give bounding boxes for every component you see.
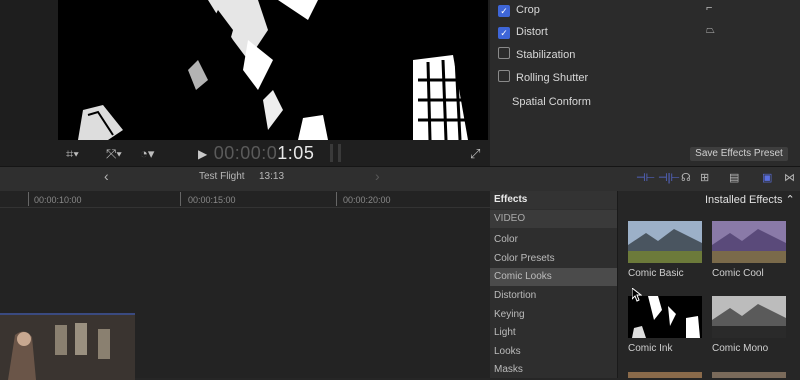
- crop-tool-icon[interactable]: ⌐: [706, 2, 712, 14]
- inspector-row-stabilization[interactable]: Stabilization: [498, 45, 575, 65]
- back-arrow-icon[interactable]: ‹: [104, 168, 109, 184]
- project-name: Test Flight: [199, 171, 245, 182]
- fullscreen-icon[interactable]: ⤢: [470, 146, 480, 162]
- ruler-label: 00:00:15:00: [188, 195, 236, 205]
- category-color-presets[interactable]: Color Presets: [490, 250, 617, 268]
- effect-label: Comic Basic: [628, 268, 684, 279]
- inspector-row-rolling-shutter[interactable]: Rolling Shutter: [498, 68, 588, 88]
- timecode-dim: 00:00:0: [213, 143, 278, 163]
- snapping-icon[interactable]: ⊞: [700, 171, 709, 184]
- inspector-row-distort[interactable]: ✓ Distort: [498, 22, 548, 42]
- video-frame: [58, 0, 488, 140]
- timecode-value: 1:05: [277, 143, 315, 163]
- effects-header: Effects: [490, 191, 617, 209]
- distort-label: Distort: [516, 26, 548, 38]
- project-duration: 13:13: [259, 171, 285, 182]
- effect-thumb-comic-basic[interactable]: [628, 221, 702, 263]
- spatial-conform-label: Spatial Conform: [512, 96, 591, 108]
- divider: [330, 144, 333, 162]
- crop-label: Crop: [516, 4, 540, 16]
- stabilization-checkbox[interactable]: [498, 47, 510, 59]
- effect-thumb-comic-cool[interactable]: [712, 221, 786, 263]
- transform-tool-icon[interactable]: ⤧▾: [106, 146, 122, 162]
- inspector-row-crop[interactable]: ✓ Crop: [498, 0, 540, 20]
- distort-checkbox[interactable]: ✓: [498, 27, 510, 39]
- stabilization-label: Stabilization: [516, 49, 576, 61]
- category-comic-looks[interactable]: Comic Looks: [490, 268, 617, 286]
- category-video[interactable]: VIDEO: [490, 210, 617, 228]
- effect-label: Comic Mono: [712, 343, 769, 354]
- rolling-shutter-label: Rolling Shutter: [516, 72, 589, 84]
- skimming-icon[interactable]: ⊣|⊢: [658, 171, 680, 184]
- category-looks[interactable]: Looks: [490, 343, 617, 361]
- effect-thumb-partial[interactable]: [712, 372, 786, 378]
- rolling-shutter-checkbox[interactable]: [498, 70, 510, 82]
- timeline-clip[interactable]: [0, 313, 135, 380]
- category-color[interactable]: Color: [490, 231, 617, 249]
- ruler-tick: [180, 192, 181, 206]
- crop-tool-icon[interactable]: ⌗▾: [66, 146, 79, 162]
- ruler-tick: [28, 192, 29, 206]
- save-effects-preset-button[interactable]: Save Effects Preset: [690, 147, 788, 161]
- headphones-icon[interactable]: ☊: [681, 171, 691, 184]
- speed-gauge-icon[interactable]: ◔▾: [140, 146, 154, 162]
- divider: [338, 144, 341, 162]
- ruler-tick: [336, 192, 337, 206]
- category-distortion[interactable]: Distortion: [490, 287, 617, 305]
- audio-skimming-icon[interactable]: ⊣⊢: [636, 171, 655, 184]
- clip-appearance-icon[interactable]: ▤: [729, 171, 739, 184]
- installed-effects-dropdown[interactable]: Installed Effects ⌃: [705, 193, 795, 206]
- effect-thumb-comic-mono[interactable]: [712, 296, 786, 338]
- distort-tool-icon[interactable]: ⏢: [706, 24, 715, 37]
- category-keying[interactable]: Keying: [490, 306, 617, 324]
- effects-browser-icon[interactable]: ▣: [762, 171, 772, 184]
- effect-thumb-partial[interactable]: [628, 372, 702, 378]
- timecode-display: ▶ 00:00:01:05: [198, 143, 314, 164]
- forward-arrow-icon[interactable]: ›: [375, 168, 380, 184]
- ruler-label: 00:00:20:00: [343, 195, 391, 205]
- category-light[interactable]: Light: [490, 324, 617, 342]
- category-masks[interactable]: Masks: [490, 361, 617, 379]
- effect-label: Comic Cool: [712, 268, 764, 279]
- effect-label: Comic Ink: [628, 343, 673, 354]
- transitions-browser-icon[interactable]: ⋈: [784, 171, 795, 184]
- ruler-label: 00:00:10:00: [34, 195, 82, 205]
- mouse-cursor-icon: [632, 288, 642, 302]
- play-icon[interactable]: ▶: [198, 147, 208, 161]
- crop-checkbox[interactable]: ✓: [498, 5, 510, 17]
- effect-thumb-comic-ink[interactable]: [628, 296, 702, 338]
